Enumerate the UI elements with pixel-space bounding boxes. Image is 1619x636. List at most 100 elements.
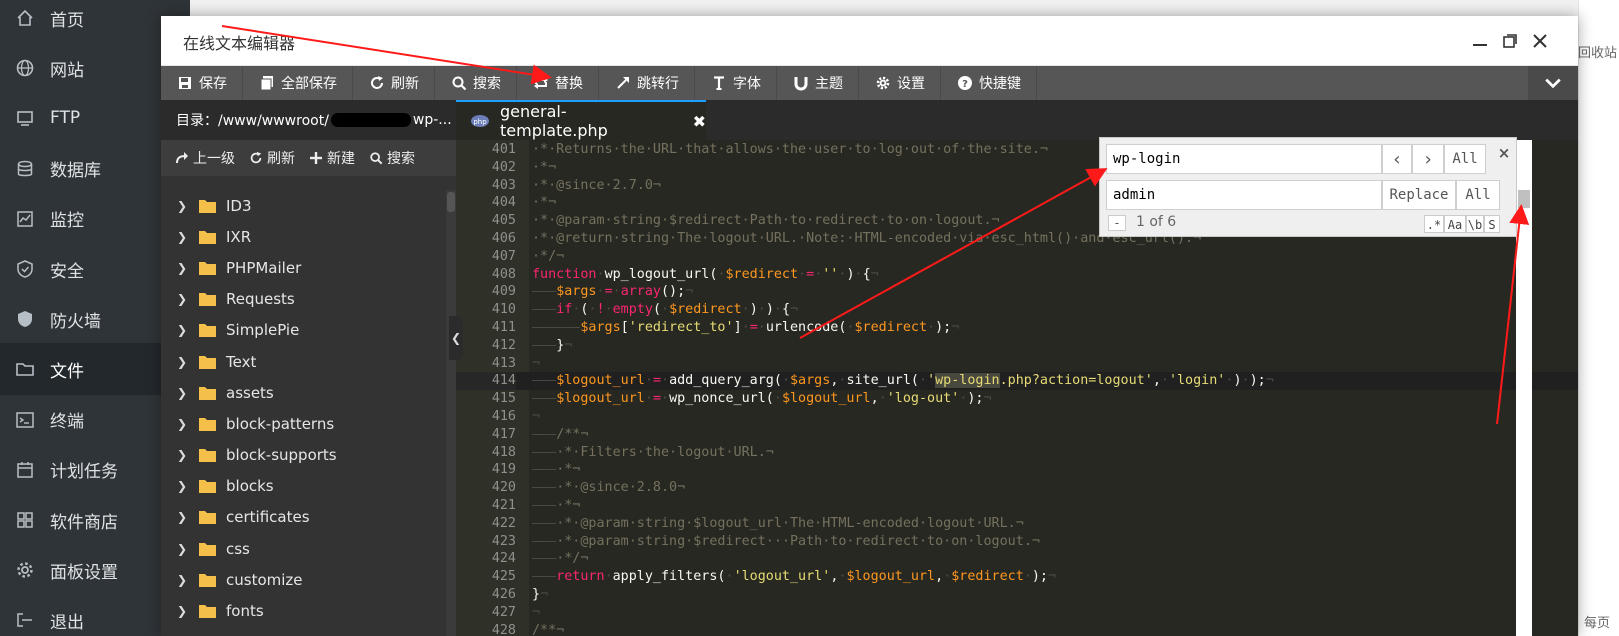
code-line[interactable]: 423 ———·*·@param·string·$redirect···Path·… xyxy=(456,533,1578,551)
chevron-right-icon: ❯ xyxy=(177,354,188,369)
redacted-block xyxy=(330,113,411,127)
code-text: ———if·(·!·empty(·$redirect·)·)·{¬ xyxy=(532,302,799,318)
grid-icon xyxy=(14,509,36,531)
line-number: 420 xyxy=(491,480,516,496)
tree-action-up-level[interactable]: 上一级 xyxy=(175,148,235,168)
replace-all-button[interactable]: All xyxy=(1456,180,1500,210)
tab-label: general-template.php xyxy=(500,102,608,140)
folder-item[interactable]: ❯ assets xyxy=(161,377,446,408)
line-number: 405 xyxy=(491,213,516,229)
scrollbar-thumb[interactable] xyxy=(1518,190,1530,208)
toolbar-button-font[interactable]: 字体 xyxy=(695,66,777,100)
find-next-button[interactable]: › xyxy=(1412,144,1444,174)
nav-label: FTP xyxy=(50,108,81,129)
code-line[interactable]: 425 ———return·apply_filters(·'logout_url'… xyxy=(456,568,1578,586)
code-line[interactable]: 415 ———$logout_url·=·wp_nonce_url(·$logou… xyxy=(456,390,1578,408)
toolbar-button-goto-line[interactable]: 跳转行 xyxy=(599,66,695,100)
code-line[interactable]: 408 function·wp_logout_url(·$redirect·=·'… xyxy=(456,266,1578,284)
folder-icon xyxy=(199,448,216,463)
folder-item[interactable]: ❯ block-patterns xyxy=(161,408,446,439)
shield-icon xyxy=(14,308,36,330)
folder-item[interactable]: ❯ PHPMailer xyxy=(161,252,446,283)
code-line[interactable]: 409 ———$args·=·array();¬ xyxy=(456,283,1578,301)
toggle-replace-button[interactable]: - xyxy=(1108,215,1126,231)
close-modal-button[interactable] xyxy=(1527,28,1553,54)
folder-item[interactable]: ❯ customize xyxy=(161,564,446,595)
collapse-tree-handle[interactable]: ❮ xyxy=(449,316,463,360)
folder-item[interactable]: ❯ Requests xyxy=(161,284,446,315)
code-line[interactable]: 412 ———}¬ xyxy=(456,337,1578,355)
toolbar-button-help[interactable]: ? 快捷键 xyxy=(941,66,1037,100)
code-line[interactable]: 416 ¬ xyxy=(456,408,1578,426)
folder-icon xyxy=(199,199,216,213)
scrollbar-thumb[interactable] xyxy=(447,192,455,212)
file-tree-scrollbar[interactable] xyxy=(446,190,456,636)
whole-word-toggle[interactable]: \b xyxy=(1466,215,1484,233)
toolbar-button-save-all[interactable]: 全部保存 xyxy=(243,66,353,100)
minimize-button[interactable] xyxy=(1467,28,1493,54)
svg-text:?: ? xyxy=(962,79,968,90)
toolbar-button-gear[interactable]: 设置 xyxy=(859,66,941,100)
tree-action-refresh[interactable]: 刷新 xyxy=(249,148,295,168)
tab-close-icon[interactable]: ✖ xyxy=(693,112,706,131)
replace-button[interactable]: Replace xyxy=(1382,180,1456,210)
code-line[interactable]: 410 ———if·(·!·empty(·$redirect·)·)·{¬ xyxy=(456,301,1578,319)
tree-action-search[interactable]: 搜索 xyxy=(369,148,415,168)
search-close-icon[interactable]: × xyxy=(1494,144,1514,164)
chevron-right-icon: ❯ xyxy=(177,448,188,463)
editor-scrollbar[interactable] xyxy=(1516,140,1532,636)
code-text: ·*·Returns·the·URL·that·allows·the·user·… xyxy=(532,142,1048,157)
toolbar-button-replace[interactable]: 替换 xyxy=(517,66,599,100)
code-line[interactable]: 413 ¬ xyxy=(456,355,1578,373)
toolbar-button-search[interactable]: 搜索 xyxy=(435,66,517,100)
find-prev-button[interactable]: ‹ xyxy=(1382,144,1412,174)
code-line[interactable]: 418 ———·*·Filters·the·logout·URL.¬ xyxy=(456,444,1578,462)
code-line[interactable]: 422 ———·*·@param·string·$logout_url·The·H… xyxy=(456,515,1578,533)
line-number: 403 xyxy=(491,177,516,193)
code-line[interactable]: 407 ·*/¬ xyxy=(456,248,1578,266)
find-all-button[interactable]: All xyxy=(1444,144,1486,174)
chevron-left-icon: ❮ xyxy=(450,331,462,345)
recycle-bin-link[interactable]: 回收站 xyxy=(1578,42,1617,61)
folder-icon xyxy=(199,573,216,587)
code-line[interactable]: 426}¬ xyxy=(456,586,1578,604)
folder-item[interactable]: ❯ block-supports xyxy=(161,440,446,471)
code-line[interactable]: 419 ———·*¬ xyxy=(456,461,1578,479)
theme-icon xyxy=(793,75,809,91)
toolbar-button-save[interactable]: 保存 xyxy=(161,66,243,100)
code-line[interactable]: 428 /**¬ xyxy=(456,622,1578,636)
tree-action-plus[interactable]: 新建 xyxy=(309,148,355,168)
folder-name: fonts xyxy=(226,602,264,621)
folder-item[interactable]: ❯ SimplePie xyxy=(161,315,446,346)
code-line[interactable]: 420 ———·*·@since·2.8.0¬ xyxy=(456,479,1578,497)
code-line[interactable]: 411 ——————$args['redirect_to']·=·urlencod… xyxy=(456,319,1578,337)
folder-item[interactable]: ❯ ID3 xyxy=(161,190,446,221)
code-line[interactable]: 414 ———$logout_url·=·add_query_arg(·$args… xyxy=(456,372,1578,391)
case-sensitive-toggle[interactable]: Aa xyxy=(1444,215,1466,233)
folder-item[interactable]: ❯ css xyxy=(161,533,446,564)
find-input[interactable]: wp-login xyxy=(1106,144,1382,174)
folder-item[interactable]: ❯ fonts xyxy=(161,595,446,626)
chevron-right-icon: ❯ xyxy=(177,229,188,244)
folder-item[interactable]: ❯ certificates xyxy=(161,502,446,533)
code-line[interactable]: 417 ———/**¬ xyxy=(456,426,1578,444)
code-line[interactable]: 421 ———·*¬ xyxy=(456,497,1578,515)
toolbar-button-theme[interactable]: 主题 xyxy=(777,66,859,100)
code-text: ———·*·@since·2.8.0¬ xyxy=(532,480,686,496)
tree-action-label: 上一级 xyxy=(193,151,235,167)
logout-icon xyxy=(14,609,36,631)
maximize-button[interactable] xyxy=(1497,28,1523,54)
folder-item[interactable]: ❯ blocks xyxy=(161,471,446,502)
code-line[interactable]: 424 ———·*/¬ xyxy=(456,550,1578,568)
toolbar-button-refresh[interactable]: 刷新 xyxy=(353,66,435,100)
toolbar-collapse-button[interactable] xyxy=(1528,66,1578,100)
folder-item[interactable]: ❯ IXR xyxy=(161,221,446,252)
search-in-selection-toggle[interactable]: S xyxy=(1484,215,1500,233)
replace-input[interactable]: admin xyxy=(1106,180,1382,210)
nav-label: 首页 xyxy=(50,10,84,31)
regex-toggle[interactable]: .* xyxy=(1424,215,1444,233)
tab-general-template[interactable]: php general-template.php ✖ xyxy=(456,100,706,140)
folder-item[interactable]: ❯ Text xyxy=(161,346,446,377)
line-number: 425 xyxy=(491,569,516,585)
code-line[interactable]: 427 ¬ xyxy=(456,604,1578,622)
